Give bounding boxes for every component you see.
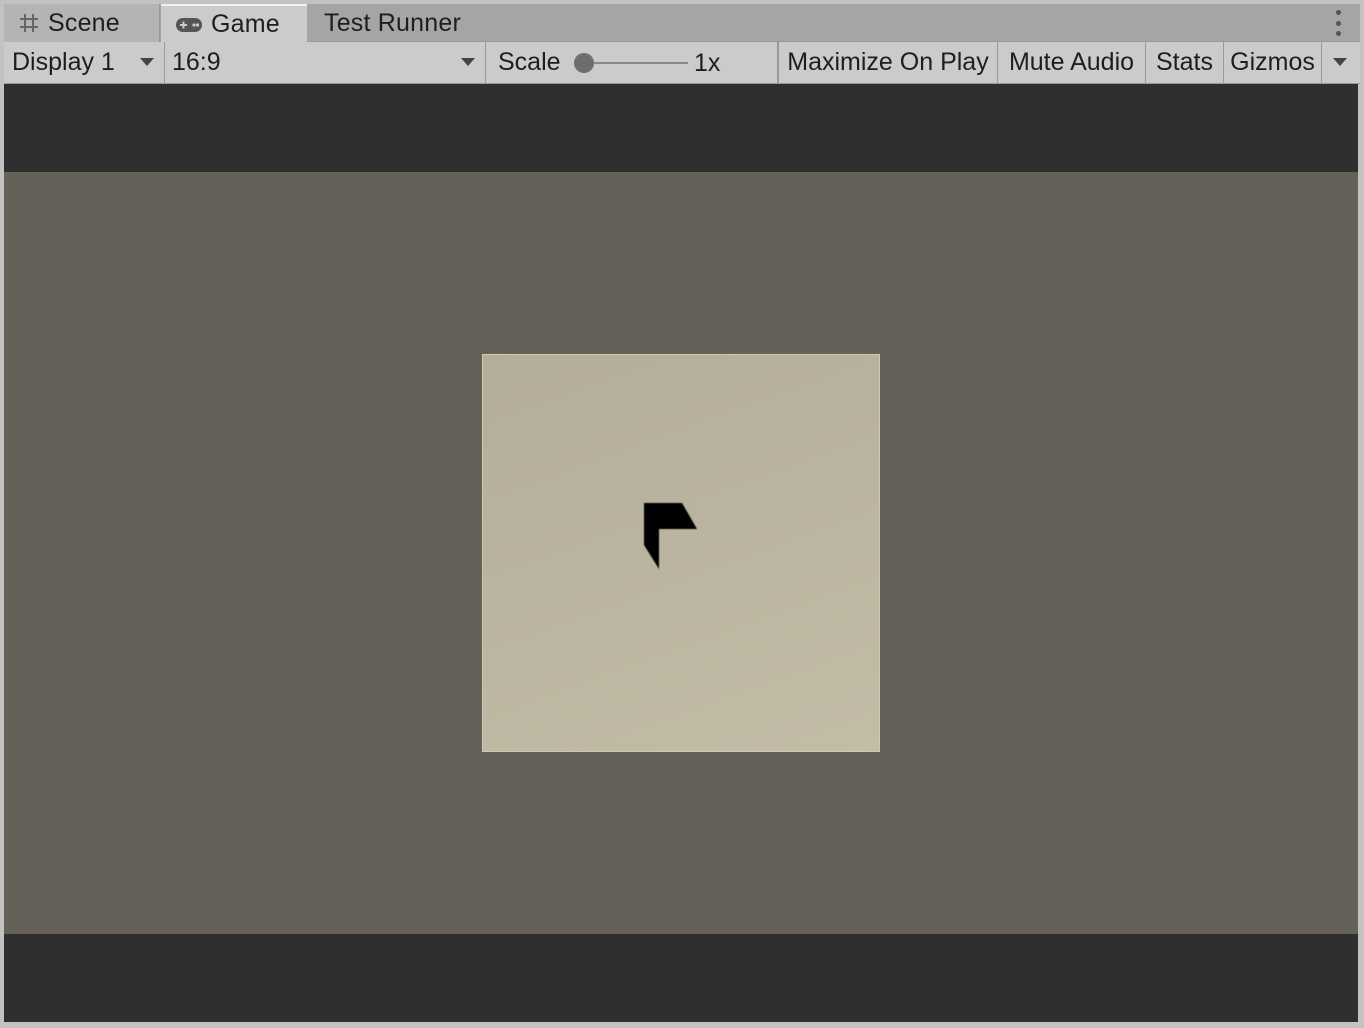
grid-icon bbox=[18, 12, 40, 34]
mute-audio-label: Mute Audio bbox=[1008, 48, 1135, 76]
game-toolbar: Display 1 16:9 Scale 1x Maximize On Play… bbox=[4, 42, 1360, 84]
game-window: Scene Game Test Runner Display 1 16:9 Sc… bbox=[0, 0, 1364, 1028]
chevron-down-icon bbox=[140, 58, 154, 66]
tab-scene[interactable]: Scene bbox=[4, 4, 160, 42]
scale-slider-handle[interactable] bbox=[574, 53, 594, 73]
aspect-ratio-dropdown[interactable]: 16:9 bbox=[166, 42, 486, 83]
scale-slider-track[interactable] bbox=[584, 62, 688, 64]
display-dropdown[interactable]: Display 1 bbox=[4, 42, 165, 83]
kebab-menu-icon[interactable] bbox=[1334, 10, 1342, 36]
game-tile bbox=[482, 354, 880, 752]
tab-test-runner-label: Test Runner bbox=[324, 8, 461, 37]
tab-game-label: Game bbox=[211, 10, 280, 38]
tab-test-runner[interactable]: Test Runner bbox=[308, 4, 508, 42]
game-viewport[interactable] bbox=[4, 84, 1358, 1022]
aspect-ratio-label: 16:9 bbox=[172, 48, 221, 76]
tab-scene-label: Scene bbox=[48, 8, 120, 37]
stats-label: Stats bbox=[1156, 48, 1213, 76]
gizmos-toggle[interactable]: Gizmos bbox=[1224, 42, 1322, 83]
scale-label: Scale bbox=[498, 48, 561, 76]
tab-game[interactable]: Game bbox=[161, 4, 307, 43]
mute-audio-toggle[interactable]: Mute Audio bbox=[998, 42, 1146, 83]
window-edge bbox=[1358, 84, 1364, 1028]
tab-bar: Scene Game Test Runner bbox=[4, 4, 1360, 43]
maximize-on-play-toggle[interactable]: Maximize On Play bbox=[778, 42, 998, 83]
chevron-down-icon bbox=[461, 58, 475, 66]
maximize-on-play-label: Maximize On Play bbox=[787, 48, 989, 76]
game-render-area[interactable] bbox=[4, 172, 1358, 934]
marker-shape bbox=[644, 503, 697, 569]
stats-toggle[interactable]: Stats bbox=[1146, 42, 1224, 83]
scale-control: Scale 1x bbox=[486, 42, 778, 83]
chevron-down-icon bbox=[1333, 58, 1347, 66]
gamepad-icon bbox=[175, 17, 203, 33]
scale-value: 1x bbox=[694, 49, 721, 77]
gizmos-label: Gizmos bbox=[1230, 48, 1315, 76]
gizmos-dropdown[interactable] bbox=[1322, 42, 1360, 83]
display-dropdown-label: Display 1 bbox=[12, 48, 115, 76]
